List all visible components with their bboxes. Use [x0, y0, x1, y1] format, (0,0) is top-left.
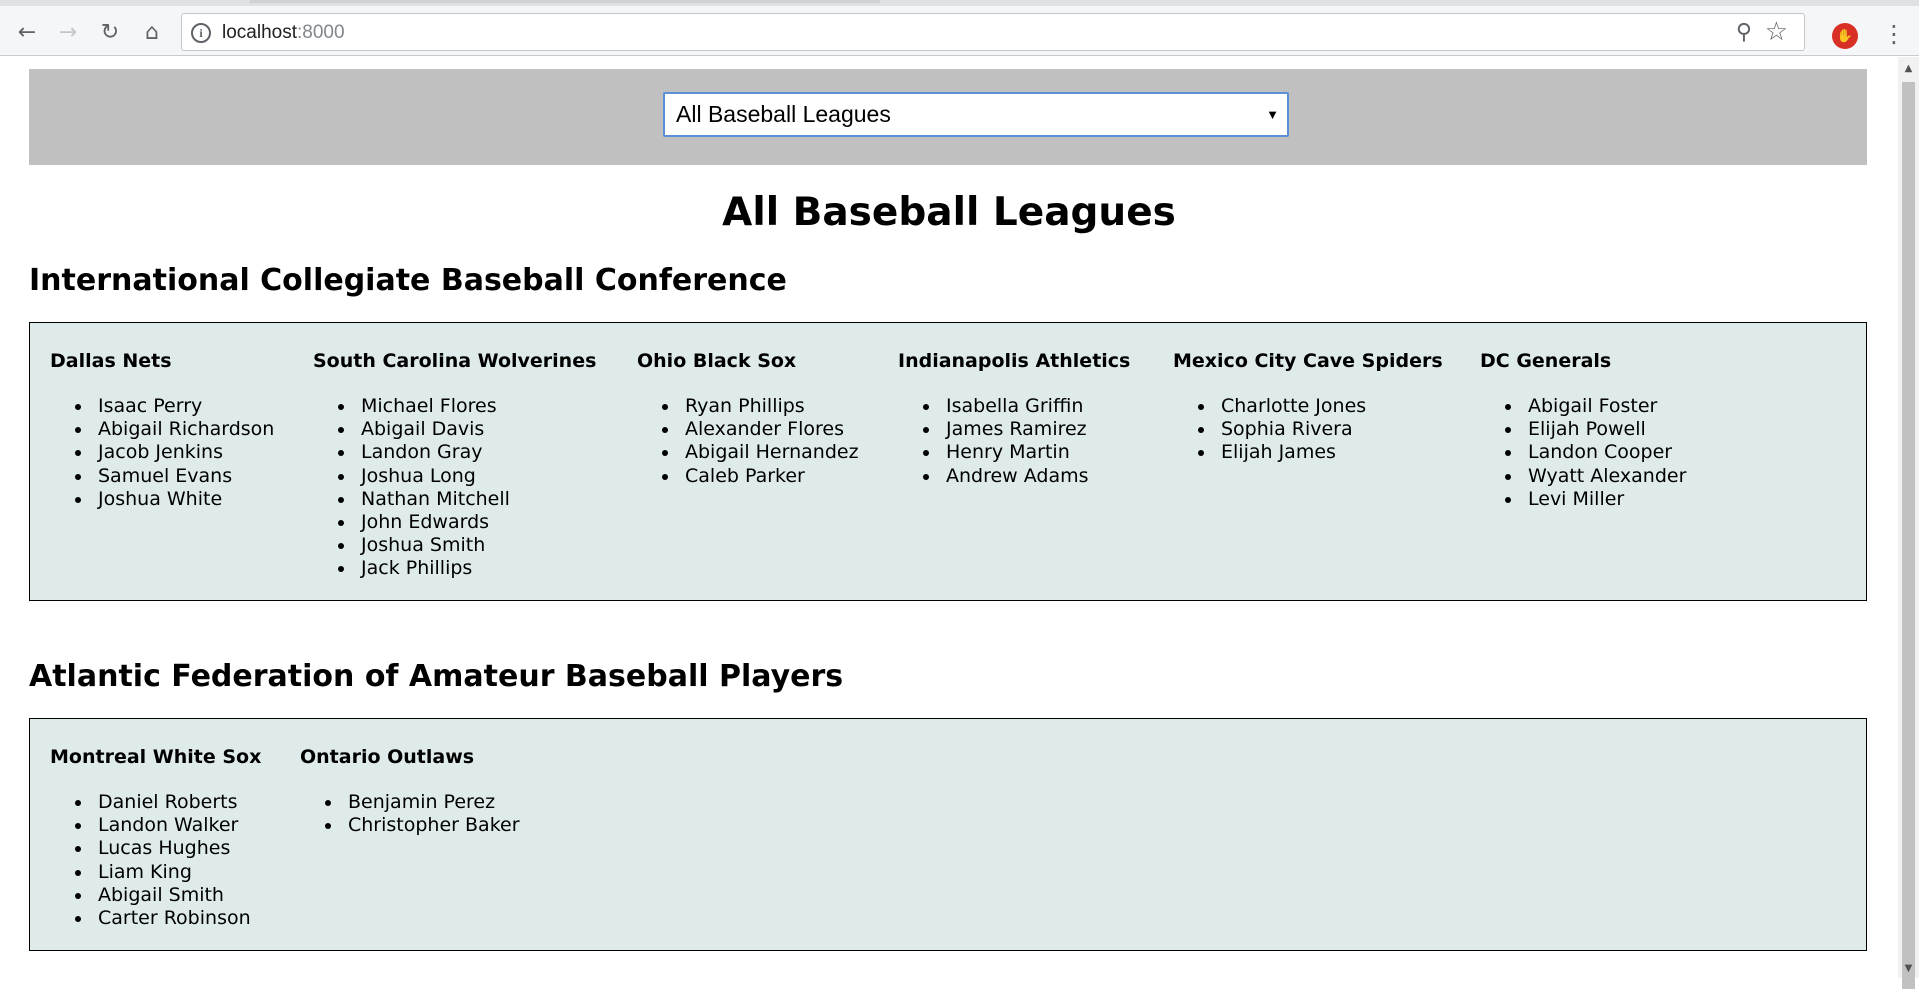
site-info-icon[interactable]: i	[191, 23, 211, 43]
player-name: Abigail Foster	[1504, 395, 1686, 418]
player-name: Joshua White	[74, 488, 274, 511]
player-name: Sophia Rivera	[1197, 418, 1366, 441]
scroll-up-arrow-icon[interactable]: ▲	[1898, 63, 1919, 74]
team-name: Mexico City Cave Spiders	[1173, 350, 1443, 372]
team-name: Ontario Outlaws	[300, 746, 475, 768]
scroll-down-arrow-icon[interactable]: ▼	[1898, 963, 1919, 974]
league-select[interactable]: All Baseball Leagues ▼	[663, 92, 1289, 137]
player-name: Isaac Perry	[74, 395, 274, 418]
team-name: South Carolina Wolverines	[313, 350, 597, 372]
player-list: Ryan Phillips Alexander Flores Abigail H…	[637, 395, 859, 488]
player-name: Isabella Griffin	[923, 395, 1089, 418]
player-list: Isaac Perry Abigail Richardson Jacob Jen…	[50, 395, 274, 511]
player-name: Lucas Hughes	[75, 837, 251, 860]
player-name: Jack Phillips	[338, 557, 510, 580]
league-teams-panel: Montreal White Sox Daniel Roberts Landon…	[29, 718, 1867, 951]
player-list: Daniel Roberts Landon Walker Lucas Hughe…	[50, 791, 251, 930]
header-bar: All Baseball Leagues ▼	[29, 69, 1867, 165]
team-name: Indianapolis Athletics	[898, 350, 1131, 372]
player-name: Christopher Baker	[325, 814, 520, 837]
zoom-icon[interactable]: ⚲	[1736, 20, 1752, 45]
home-icon[interactable]: ⌂	[135, 15, 169, 49]
player-list: Benjamin Perez Christopher Baker	[300, 791, 520, 837]
player-name: Liam King	[75, 861, 251, 884]
player-name: John Edwards	[338, 511, 510, 534]
player-name: Daniel Roberts	[75, 791, 251, 814]
player-name: Charlotte Jones	[1197, 395, 1367, 417]
player-name: Abigail Hernandez	[662, 441, 859, 464]
player-name: Samuel Evans	[74, 465, 274, 488]
player-list: Abigail Foster Elijah Powell Landon Coop…	[1480, 395, 1686, 511]
player-name: Caleb Parker	[662, 465, 859, 488]
player-name: Wyatt Alexander	[1504, 464, 1687, 487]
league-title: Atlantic Federation of Amateur Baseball …	[29, 659, 844, 694]
team-name: DC Generals	[1480, 350, 1612, 372]
player-name: Henry Martin	[923, 441, 1089, 464]
player-name: Landon Cooper	[1504, 441, 1686, 464]
team-name: Ohio Black Sox	[637, 350, 797, 372]
player-name: Jacob Jenkins	[74, 441, 274, 464]
reload-icon[interactable]: ↻	[93, 15, 127, 49]
player-list: Michael Flores Abigail Davis Landon Gray…	[313, 395, 510, 581]
forward-icon[interactable]: →	[51, 15, 85, 49]
tab-edge	[250, 0, 880, 3]
league-title: International Collegiate Baseball Confer…	[29, 263, 787, 298]
player-name: Joshua Long	[338, 465, 510, 488]
player-name: Landon Walker	[75, 814, 251, 837]
player-list: Isabella Griffin James Ramirez Henry Mar…	[898, 395, 1089, 488]
player-list: Charlotte Jones Sophia Rivera Elijah Jam…	[1173, 395, 1366, 465]
player-name: Joshua Smith	[338, 534, 510, 557]
bookmark-star-icon[interactable]: ☆	[1765, 17, 1788, 47]
url-port: :8000	[297, 22, 345, 43]
browser-toolbar: ← → ↻ ⌂ i localhost:8000 ⚲ ☆ ✋ ⋮	[0, 6, 1919, 56]
url-text[interactable]: localhost:8000	[222, 14, 345, 52]
player-name: Abigail Smith	[75, 884, 251, 907]
team-name: Montreal White Sox	[50, 746, 262, 768]
player-name: Benjamin Perez	[325, 791, 520, 814]
player-name: Abigail Richardson	[74, 418, 275, 441]
vertical-scrollbar[interactable]: ▲ ▼	[1898, 57, 1919, 989]
player-name: Levi Miller	[1504, 488, 1686, 511]
address-bar[interactable]: i localhost:8000 ⚲ ☆	[181, 13, 1805, 51]
player-name: Ryan Phillips	[662, 395, 859, 418]
back-icon[interactable]: ←	[10, 15, 44, 49]
url-host: localhost	[222, 22, 297, 43]
player-name: Michael Flores	[338, 395, 510, 418]
browser-menu-icon[interactable]: ⋮	[1882, 19, 1906, 53]
player-name: Nathan Mitchell	[338, 487, 510, 510]
player-name: Elijah James	[1197, 441, 1366, 464]
player-name: Abigail Davis	[338, 418, 510, 441]
player-name: Landon Gray	[338, 441, 510, 464]
player-name: James Ramirez	[923, 418, 1087, 441]
player-name: Andrew Adams	[923, 464, 1089, 487]
page-title: All Baseball Leagues	[722, 190, 1176, 235]
league-select-value: All Baseball Leagues	[676, 101, 891, 127]
scrollbar-thumb[interactable]	[1902, 82, 1915, 989]
player-name: Alexander Flores	[662, 418, 859, 441]
player-name: Carter Robinson	[75, 907, 251, 930]
extension-stop-icon[interactable]: ✋	[1832, 23, 1858, 49]
chevron-down-icon: ▼	[1266, 107, 1279, 122]
team-name: Dallas Nets	[50, 350, 172, 372]
player-name: Elijah Powell	[1504, 418, 1686, 441]
league-teams-panel: Dallas Nets Isaac Perry Abigail Richards…	[29, 322, 1867, 601]
